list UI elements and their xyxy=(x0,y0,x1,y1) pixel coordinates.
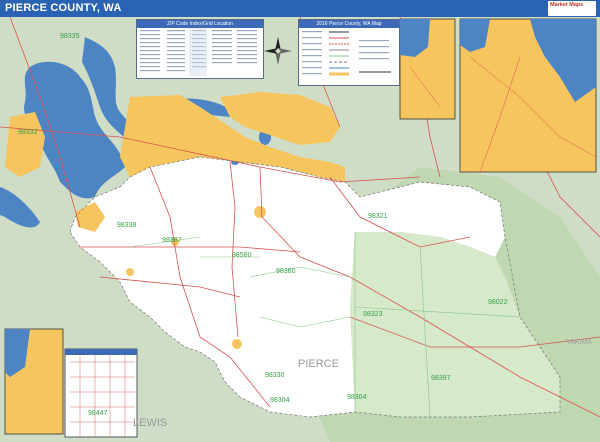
zip-index-title: ZIP Code Index/Grid Location xyxy=(137,20,263,28)
urban-pocket xyxy=(254,206,266,218)
lewis-county-label: LEWIS xyxy=(133,417,168,429)
zip-label: 98332 xyxy=(18,129,38,136)
logo-text: Market Maps xyxy=(550,2,584,8)
legend-box: 2016 Pierce County, WA Map xyxy=(298,19,400,86)
zip-label: 98447 xyxy=(88,410,108,417)
zip-label: 98580 xyxy=(232,252,252,259)
zip-index-lines xyxy=(140,28,257,76)
legend-title: 2016 Pierce County, WA Map xyxy=(299,20,399,28)
zip-label: 98022 xyxy=(488,299,508,306)
zip-label: 98335 xyxy=(60,33,80,40)
zip-label: 98397 xyxy=(431,375,451,382)
zip-label: 98338 xyxy=(117,222,137,229)
yakima-county-label: YAKIMA xyxy=(566,339,592,346)
map-canvas[interactable]: ZIP Code Index/Grid Location 2016 Pierce… xyxy=(0,17,600,442)
title-bar: PIERCE COUNTY, WA Market Maps xyxy=(0,0,600,17)
zip-index-box: ZIP Code Index/Grid Location xyxy=(136,19,264,79)
zip-label: 98387 xyxy=(162,237,182,244)
inset-grid-header xyxy=(65,349,137,355)
zip-label: 98330 xyxy=(265,372,285,379)
zip-label: 98360 xyxy=(276,268,296,275)
zip-label: 98304 xyxy=(270,397,290,404)
page-title: PIERCE COUNTY, WA xyxy=(5,2,122,14)
legend-symbols xyxy=(302,31,391,76)
urban-pocket xyxy=(232,339,242,349)
urban-pocket xyxy=(126,268,134,276)
zip-label: 98304 xyxy=(347,394,367,401)
brand-logo: Market Maps xyxy=(548,1,596,16)
zip-label: 98321 xyxy=(368,213,388,220)
zip-label: 98323 xyxy=(363,311,383,318)
county-label: PIERCE xyxy=(298,358,339,370)
